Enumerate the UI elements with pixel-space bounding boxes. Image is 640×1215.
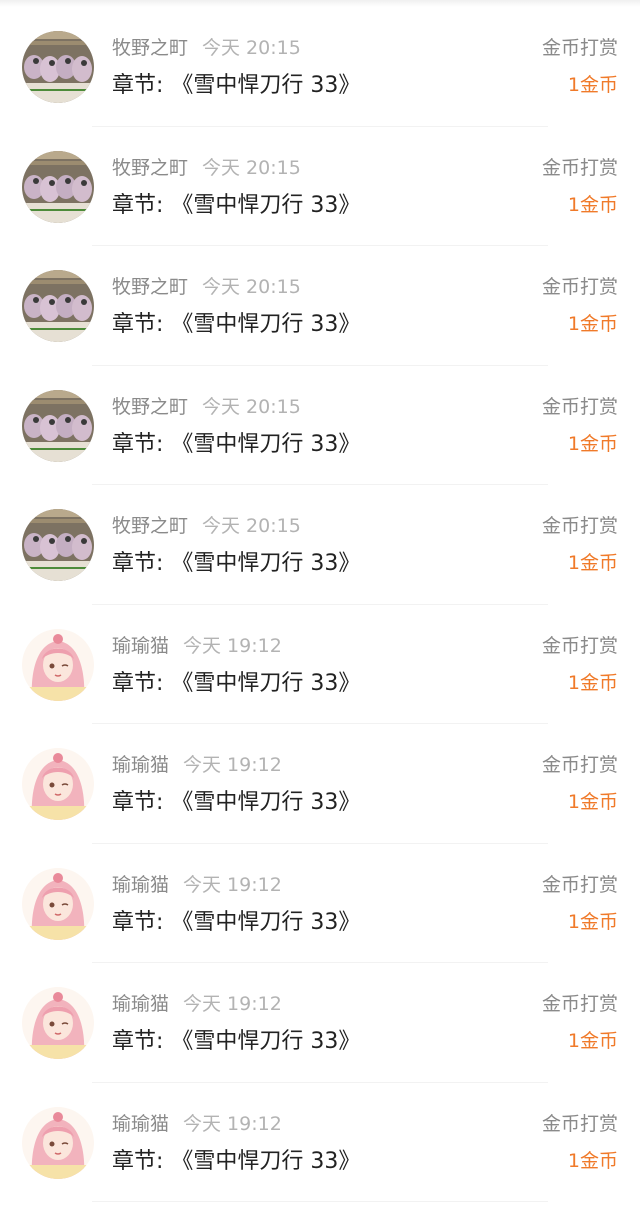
chapter-title[interactable]: 《雪中悍刀行 33》 [171,551,360,576]
timestamp: 今天 19:12 [183,754,282,776]
reward-amount: 1金币 [567,1149,618,1172]
chapter-label: 章节: [112,909,164,935]
username[interactable]: 瑜瑜猫 [112,754,169,776]
timestamp: 今天 19:12 [183,634,282,657]
chapter-title[interactable]: 《雪中悍刀行 33》 [171,432,360,457]
reward-type: 金币打赏 [541,156,618,179]
reward-amount: 1金币 [567,1030,618,1052]
chapter-label: 章节: [112,551,164,576]
cats-photo-avatar[interactable] [22,270,94,342]
username[interactable]: 瑜瑜猫 [112,1113,169,1135]
anime-girl-avatar[interactable] [22,867,94,940]
list-item[interactable]: 牧野之町 今天 20:15 章节: 《雪中悍刀行 33》 金币打赏 1金币 [0,366,640,485]
timestamp: 今天 20:15 [202,276,301,298]
chapter-label: 章节: [112,1148,164,1174]
username[interactable]: 牧野之町 [112,276,188,298]
cats-photo-avatar[interactable] [22,31,94,103]
timestamp: 今天 20:15 [202,515,301,537]
reward-amount: 1金币 [567,432,618,455]
timestamp: 今天 20:15 [202,156,301,179]
divider [92,1201,548,1202]
reward-type: 金币打赏 [541,993,618,1015]
reward-type: 金币打赏 [541,276,618,298]
top-shadow [0,0,640,7]
username[interactable]: 牧野之町 [112,515,188,537]
chapter-title[interactable]: 《雪中悍刀行 33》 [171,312,360,337]
list-item[interactable]: 瑜瑜猫 今天 19:12 章节: 《雪中悍刀行 33》 金币打赏 1金币 [0,1083,640,1202]
reward-amount: 1金币 [567,74,618,96]
reward-type: 金币打赏 [541,873,618,896]
list-item[interactable]: 牧野之町 今天 20:15 章节: 《雪中悍刀行 33》 金币打赏 1金币 [0,127,640,246]
list-item[interactable]: 瑜瑜猫 今天 19:12 章节: 《雪中悍刀行 33》 金币打赏 1金币 [0,724,640,844]
list-item[interactable]: 瑜瑜猫 今天 19:12 章节: 《雪中悍刀行 33》 金币打赏 1金币 [0,844,640,963]
chapter-label: 章节: [112,192,164,218]
username[interactable]: 瑜瑜猫 [112,874,169,896]
chapter-label: 章节: [112,1029,164,1054]
timestamp: 今天 19:12 [183,1112,282,1135]
chapter-title[interactable]: 《雪中悍刀行 33》 [171,193,360,218]
reward-amount: 1金币 [567,552,618,574]
list-item[interactable]: 牧野之町 今天 20:15 章节: 《雪中悍刀行 33》 金币打赏 1金币 [0,246,640,366]
reward-amount: 1金币 [567,671,618,694]
username[interactable]: 牧野之町 [112,396,188,418]
timestamp: 今天 20:15 [202,395,301,418]
list-item[interactable]: 牧野之町 今天 20:15 章节: 《雪中悍刀行 33》 金币打赏 1金币 [0,485,640,605]
chapter-label: 章节: [112,790,164,815]
username[interactable]: 牧野之町 [112,157,188,179]
chapter-title[interactable]: 《雪中悍刀行 33》 [171,1029,360,1054]
reward-type: 金币打赏 [541,37,618,59]
cats-photo-avatar[interactable] [22,389,94,462]
username[interactable]: 瑜瑜猫 [112,993,169,1015]
list-item[interactable]: 瑜瑜猫 今天 19:12 章节: 《雪中悍刀行 33》 金币打赏 1金币 [0,963,640,1083]
chapter-label: 章节: [112,73,164,98]
chapter-title[interactable]: 《雪中悍刀行 33》 [171,73,360,98]
list-item[interactable]: 牧野之町 今天 20:15 章节: 《雪中悍刀行 33》 金币打赏 1金币 [0,7,640,127]
reward-amount: 1金币 [567,910,618,933]
cats-photo-avatar[interactable] [22,150,94,223]
reward-type: 金币打赏 [541,395,618,418]
reward-type: 金币打赏 [541,1112,618,1135]
timestamp: 今天 20:15 [202,37,301,59]
anime-girl-avatar[interactable] [22,748,94,820]
reward-type: 金币打赏 [541,515,618,537]
reward-list: 牧野之町 今天 20:15 章节: 《雪中悍刀行 33》 金币打赏 1金币 牧野之町… [0,7,640,1202]
username[interactable]: 瑜瑜猫 [112,635,169,657]
anime-girl-avatar[interactable] [22,1106,94,1179]
cats-photo-avatar[interactable] [22,509,94,581]
anime-girl-avatar[interactable] [22,628,94,701]
reward-type: 金币打赏 [541,634,618,657]
reward-amount: 1金币 [567,791,618,813]
reward-amount: 1金币 [567,193,618,216]
anime-girl-avatar[interactable] [22,987,94,1059]
chapter-title[interactable]: 《雪中悍刀行 33》 [171,790,360,815]
reward-type: 金币打赏 [541,754,618,776]
chapter-label: 章节: [112,670,164,696]
list-item[interactable]: 瑜瑜猫 今天 19:12 章节: 《雪中悍刀行 33》 金币打赏 1金币 [0,605,640,724]
chapter-title[interactable]: 《雪中悍刀行 33》 [171,910,360,935]
chapter-title[interactable]: 《雪中悍刀行 33》 [171,1149,360,1174]
reward-amount: 1金币 [567,313,618,335]
chapter-title[interactable]: 《雪中悍刀行 33》 [171,671,360,696]
chapter-label: 章节: [112,431,164,457]
chapter-label: 章节: [112,312,164,337]
username[interactable]: 牧野之町 [112,37,188,59]
timestamp: 今天 19:12 [183,873,282,896]
timestamp: 今天 19:12 [183,993,282,1015]
